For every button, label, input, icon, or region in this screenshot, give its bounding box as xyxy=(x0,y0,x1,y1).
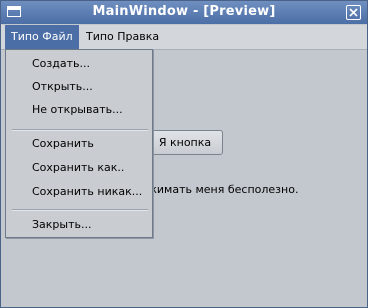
menu-item-save[interactable]: Сохранить xyxy=(6,133,152,155)
push-button[interactable]: Я кнопка xyxy=(147,130,223,155)
info-label: жимать меня бесполезно. xyxy=(147,183,299,196)
main-window: MainWindow - [Preview] Типо Файл Типо Пр… xyxy=(0,0,368,308)
close-button[interactable] xyxy=(346,5,361,20)
title-bar[interactable]: MainWindow - [Preview] xyxy=(1,1,367,24)
menu-item-create[interactable]: Создать... xyxy=(6,53,152,75)
window-title: MainWindow - [Preview] xyxy=(92,4,276,19)
close-icon xyxy=(349,8,358,17)
menu-item-save-as[interactable]: Сохранить как.. xyxy=(6,157,152,179)
menu-separator xyxy=(12,129,148,131)
menu-item-save-none[interactable]: Сохранить никак... xyxy=(6,181,152,203)
menu-separator xyxy=(12,209,148,211)
menu-item-dont-open[interactable]: Не открывать... xyxy=(6,99,152,121)
menu-item-close[interactable]: Закрыть... xyxy=(6,214,152,236)
menu-file[interactable]: Типо Файл xyxy=(5,25,79,49)
menu-edit[interactable]: Типо Правка xyxy=(80,25,165,49)
menu-bar: Типо Файл Типо Правка xyxy=(1,25,367,50)
menu-item-open[interactable]: Открыть... xyxy=(6,76,152,98)
file-menu-dropdown: Создать... Открыть... Не открывать... Со… xyxy=(5,49,153,238)
